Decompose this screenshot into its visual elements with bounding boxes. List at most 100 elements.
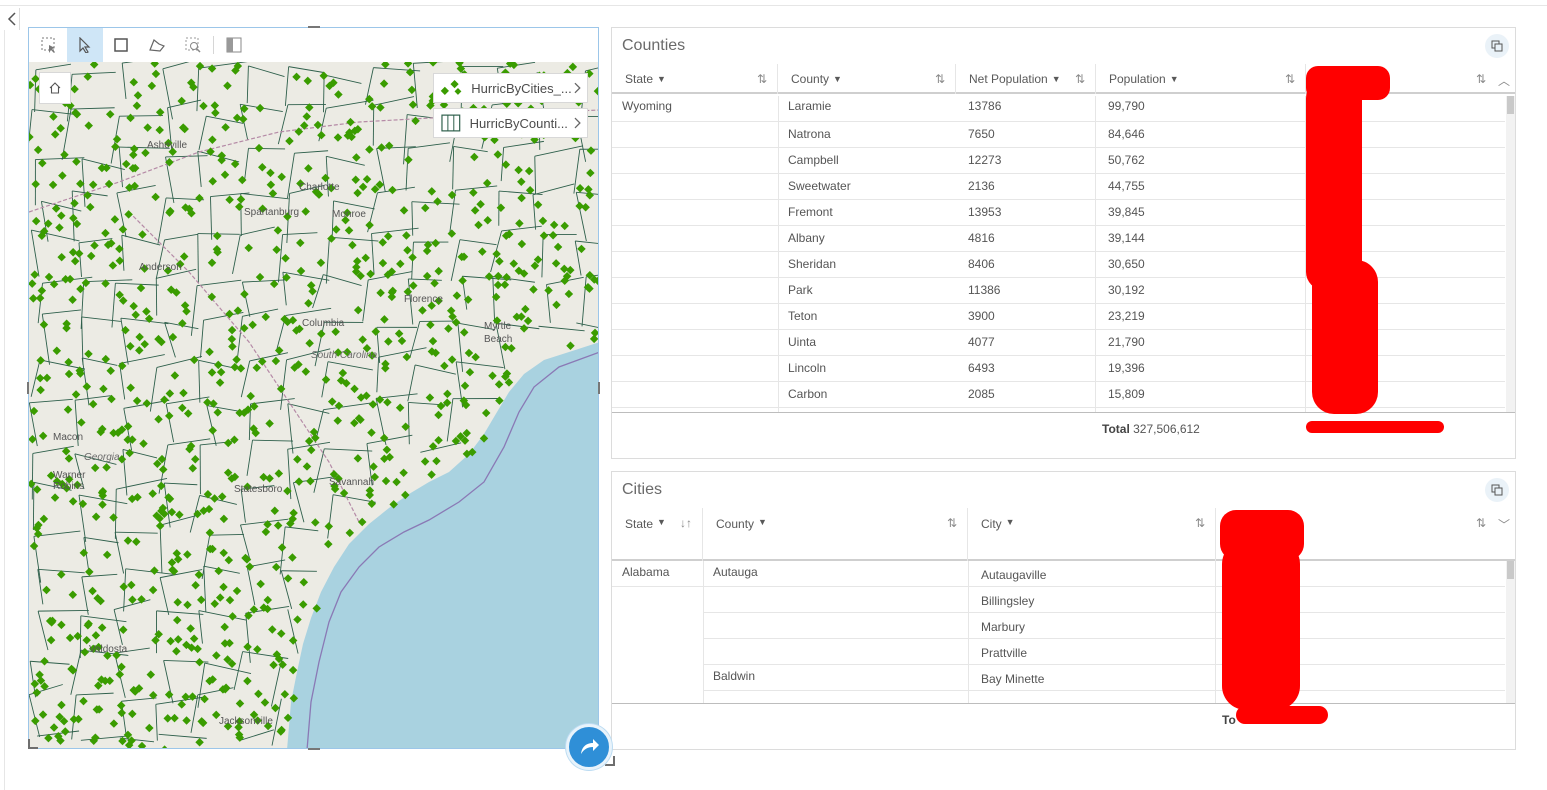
table-row[interactable]: Albany 4816 39,144 — [612, 226, 1505, 252]
column-header-label: City — [981, 517, 1002, 531]
table-row[interactable]: Natrona 7650 84,646 — [612, 122, 1505, 148]
resize-handle[interactable] — [27, 382, 29, 394]
column-header-label: Net Population — [969, 72, 1048, 86]
select-tool-button[interactable] — [31, 28, 67, 62]
total-value: 327,506,612 — [1133, 422, 1200, 436]
sort-icon[interactable]: ⇅ — [1476, 72, 1486, 86]
population-total: Total 327,506,612 — [1102, 422, 1200, 436]
cell-county: Autauga — [713, 565, 758, 579]
top-divider — [0, 5, 1547, 6]
layer-chip-label: HurricByCities_... — [471, 80, 572, 96]
cell-net-population: 4077 — [968, 335, 995, 349]
cell-population: 19,396 — [1108, 361, 1145, 375]
cell-city: Autaugaville — [981, 568, 1047, 582]
cell-net-population: 2136 — [968, 179, 995, 193]
map-view[interactable]: Asheville Charlotte Spartanburg Monroe A… — [29, 62, 598, 748]
home-extent-button[interactable] — [39, 72, 71, 104]
table-row[interactable]: Prattville — [612, 639, 1505, 665]
column-header-label: Population — [1109, 72, 1166, 86]
chevron-left-icon — [7, 12, 16, 26]
cell-net-population: 13953 — [968, 205, 1002, 219]
column-header-population[interactable]: Population ▼ ⇅ — [1096, 64, 1306, 94]
column-header-state[interactable]: State ▼ ⇅ — [612, 64, 778, 94]
sort-icon[interactable]: ⇅ — [1195, 516, 1205, 530]
column-header-state[interactable]: State ▼ ↓↑ — [612, 508, 703, 561]
sort-icon[interactable]: ⇅ — [1075, 72, 1085, 86]
redaction-mark — [1306, 80, 1362, 290]
column-header-label: State — [625, 72, 654, 86]
table-row[interactable]: Marbury — [612, 613, 1505, 639]
caret-down-icon: ▼ — [1005, 517, 1015, 527]
cell-city: Prattville — [981, 646, 1028, 660]
layers-panel-button[interactable] — [216, 28, 252, 62]
table-row[interactable]: Fremont 13953 39,845 — [612, 200, 1505, 226]
table-row[interactable]: Sweetwater 2136 44,755 — [612, 174, 1505, 200]
column-header-county[interactable]: County ▼ ⇅ — [703, 508, 968, 561]
redaction-mark — [1312, 260, 1378, 414]
pointer-tool-button[interactable] — [67, 28, 103, 62]
zoom-selection-button[interactable] — [175, 28, 211, 62]
resize-handle[interactable] — [28, 739, 38, 749]
rectangle-select-button[interactable] — [103, 28, 139, 62]
share-button[interactable] — [566, 724, 612, 770]
table-row[interactable]: Billingsley — [612, 587, 1505, 613]
column-header-label: County — [716, 517, 755, 531]
sort-icon[interactable]: ⇅ — [757, 72, 767, 86]
sort-icon[interactable]: ⇅ — [935, 72, 945, 86]
cell-city: Billingsley — [981, 594, 1035, 608]
cell-county: Teton — [788, 309, 818, 323]
resize-handle[interactable] — [308, 748, 320, 750]
table-row[interactable]: Campbell 12273 50,762 — [612, 148, 1505, 174]
resize-handle[interactable] — [598, 382, 600, 394]
layer-chip-cities[interactable]: HurricByCities_... — [433, 73, 588, 103]
counties-table-body: Wyoming Laramie 13786 99,790 Natrona 7650 84,… — [612, 96, 1515, 412]
table-row[interactable]: Baldwin Bay Minette — [612, 665, 1505, 691]
card-menu-button[interactable] — [1485, 478, 1509, 502]
redaction-mark — [1306, 421, 1444, 433]
scrollbar-thumb[interactable] — [1507, 96, 1514, 114]
caret-down-icon: ▼ — [1169, 74, 1179, 84]
cell-population: 84,646 — [1108, 127, 1145, 141]
cities-table-header: State ▼ ↓↑ County ▼ ⇅ City ▼ ⇅ ⇅ ﹀ — [612, 508, 1515, 561]
column-header-net-population[interactable]: Net Population ▼ ⇅ — [956, 64, 1096, 94]
cell-net-population: 6493 — [968, 361, 995, 375]
column-header-county[interactable]: County ▼ ⇅ — [778, 64, 956, 94]
cell-county: Lincoln — [788, 361, 827, 375]
table-row[interactable]: Alabama Autauga Autaugaville — [612, 561, 1505, 587]
map-label-city: Myrtle Beach — [484, 321, 513, 345]
sort-icon[interactable]: ⇅ — [1476, 516, 1486, 530]
map-label-city: Jacksonville — [219, 716, 273, 727]
cell-city: Marbury — [981, 620, 1026, 634]
map-label-city: Savannah — [329, 477, 375, 488]
cell-population: 21,790 — [1108, 335, 1145, 349]
chevron-up-icon[interactable]: ︿ — [1498, 72, 1510, 89]
sort-icon[interactable]: ↓↑ — [680, 516, 692, 530]
lasso-select-button[interactable] — [139, 28, 175, 62]
sort-icon[interactable]: ⇅ — [1285, 72, 1295, 86]
row-divider — [703, 690, 1505, 691]
map-label-city: Valdosta — [89, 644, 128, 655]
cell-county: Albany — [788, 231, 825, 245]
redaction-mark — [1222, 540, 1300, 710]
counties-scrollbar[interactable] — [1506, 96, 1515, 412]
column-header-label: County — [791, 72, 830, 86]
cell-state: Alabama — [622, 565, 670, 579]
map-label-city: Charlotte — [299, 182, 340, 193]
chevron-down-icon[interactable]: ﹀ — [1498, 516, 1510, 533]
cell-population: 99,790 — [1108, 99, 1145, 113]
cell-net-population: 8406 — [968, 257, 995, 271]
cell-county: Uinta — [788, 335, 817, 349]
sort-icon[interactable]: ⇅ — [947, 516, 957, 530]
cities-card: Cities State ▼ ↓↑ County ▼ ⇅ City ▼ ⇅ ⇅ … — [611, 471, 1516, 750]
cities-scrollbar[interactable] — [1506, 561, 1515, 703]
map-label-city: Spartanburg — [244, 207, 300, 218]
total-label: Total — [1102, 422, 1130, 436]
layer-chip-counties[interactable]: HurricByCounti... — [433, 108, 588, 138]
column-header-city[interactable]: City ▼ ⇅ — [968, 508, 1216, 561]
cell-net-population: 12273 — [968, 153, 1002, 167]
card-menu-button[interactable] — [1485, 34, 1509, 58]
collapse-panel-button[interactable] — [4, 8, 20, 30]
scrollbar-thumb[interactable] — [1507, 561, 1514, 579]
cell-population: 30,192 — [1108, 283, 1145, 297]
copy-icon — [1491, 40, 1503, 52]
